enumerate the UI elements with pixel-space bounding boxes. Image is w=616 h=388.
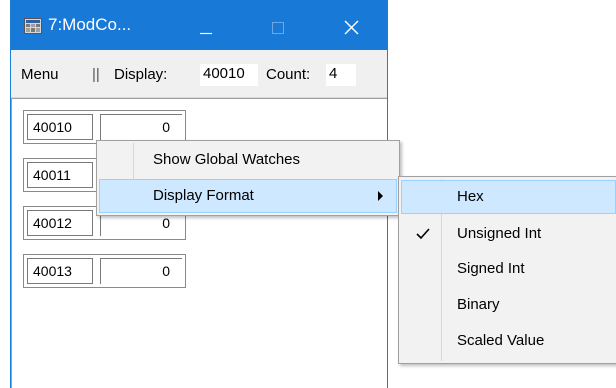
app-window-icon [24, 18, 42, 34]
menu-item-label: Scaled Value [457, 332, 545, 349]
watch-row[interactable]: 40013 0 [23, 254, 186, 288]
menu-item-display-format[interactable]: Display Format [99, 179, 397, 213]
screen: 7:ModCo... Menu || Display: 40010 Count:… [0, 0, 616, 388]
menu-button[interactable]: Menu [21, 65, 59, 85]
display-format-submenu: Hex Unsigned Int Signed Int Binary Scale… [398, 176, 616, 364]
minimize-button[interactable] [183, 0, 229, 50]
watch-value[interactable]: 0 [100, 258, 182, 284]
submenu-arrow-icon [378, 191, 383, 201]
menu-item-scaled-value[interactable]: Scaled Value [401, 324, 616, 358]
menu-item-binary[interactable]: Binary [401, 288, 616, 322]
watch-address[interactable]: 40013 [27, 258, 93, 284]
menu-item-signed-int[interactable]: Signed Int [401, 252, 616, 286]
menu-item-label: Signed Int [457, 260, 525, 277]
display-label: Display: [114, 66, 168, 83]
menu-item-label: Binary [457, 296, 500, 313]
watch-address[interactable]: 40012 [27, 210, 93, 236]
menu-separator: || [92, 66, 100, 83]
maximize-button[interactable] [256, 0, 302, 50]
watch-row[interactable]: 40010 0 [23, 110, 186, 144]
watch-context-menu: Show Global Watches Display Format [96, 140, 400, 216]
menu-item-label: Unsigned Int [457, 225, 542, 242]
close-icon [344, 20, 359, 35]
checkmark-icon [416, 228, 430, 240]
maximize-icon [272, 22, 284, 34]
close-button[interactable] [329, 0, 375, 50]
minimize-icon [200, 32, 212, 35]
watch-address[interactable]: 40010 [27, 114, 93, 140]
count-input[interactable]: 4 [326, 64, 356, 86]
count-label: Count: [266, 66, 311, 83]
menu-item-label: Display Format [153, 187, 254, 204]
menu-item-hex[interactable]: Hex [401, 180, 616, 214]
menu-bar: Menu || Display: 40010 Count: 4 [11, 50, 387, 98]
window-title: 7:ModCo... [48, 15, 132, 34]
title-bar[interactable]: 7:ModCo... [11, 0, 387, 50]
menu-item-unsigned-int[interactable]: Unsigned Int [401, 217, 616, 251]
menu-item-label: Show Global Watches [153, 151, 301, 168]
menu-item-show-global-watches[interactable]: Show Global Watches [99, 143, 397, 177]
watch-address[interactable]: 40011 [27, 162, 93, 188]
watch-value[interactable]: 0 [100, 114, 182, 140]
menu-item-label: Hex [457, 188, 484, 205]
display-address-input[interactable]: 40010 [200, 64, 258, 86]
